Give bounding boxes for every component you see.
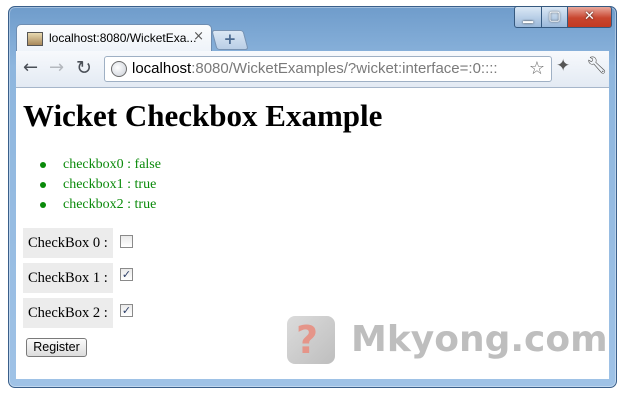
back-arrow-icon[interactable]: ←	[23, 58, 38, 78]
checkbox1[interactable]: ✓	[120, 268, 133, 281]
url-path: :8080/WicketExamples/?wicket:interface=:…	[191, 60, 498, 77]
browser-toolbar: ← → ↻ localhost:8080/WicketExamples/?wic…	[16, 51, 609, 88]
checkbox2-label: CheckBox 2 :	[23, 298, 113, 328]
status-list: checkbox0 : false checkbox1 : true check…	[38, 155, 161, 215]
globe-icon	[111, 61, 127, 77]
watermark-logo-icon: ?	[287, 316, 335, 364]
list-item: checkbox2 : true	[38, 195, 161, 215]
register-button[interactable]: Register	[26, 338, 87, 357]
list-item: checkbox1 : true	[38, 175, 161, 195]
minimize-button[interactable]: ▁	[514, 6, 542, 28]
tab-close-icon[interactable]: ×	[193, 29, 204, 44]
maximize-icon: ▢	[548, 9, 561, 24]
wrench-icon[interactable]: 🔧︎	[586, 56, 608, 76]
close-icon: ✕	[584, 9, 595, 24]
bullet-icon	[40, 182, 46, 188]
address-bar[interactable]: localhost:8080/WicketExamples/?wicket:in…	[104, 56, 552, 82]
reload-icon[interactable]: ↻	[76, 58, 92, 78]
maximize-button[interactable]: ▢	[541, 6, 568, 28]
list-item: checkbox0 : false	[38, 155, 161, 175]
page-title: Wicket Checkbox Example	[23, 98, 383, 133]
status-text: checkbox1 : true	[63, 177, 157, 192]
status-text: checkbox2 : true	[63, 197, 157, 212]
checkbox0-label: CheckBox 0 :	[23, 228, 113, 258]
favicon-icon	[27, 32, 43, 46]
url-host: localhost	[132, 60, 192, 77]
extension-icon[interactable]: ✦	[556, 56, 570, 76]
close-window-button[interactable]: ✕	[567, 6, 612, 28]
browser-tab[interactable]: localhost:8080/WicketExa... ×	[16, 24, 212, 52]
watermark-text: Mkyong.com	[351, 319, 608, 360]
bullet-icon	[40, 162, 46, 168]
star-icon[interactable]: ☆	[529, 58, 545, 79]
checkbox0[interactable]	[120, 235, 133, 248]
checkbox1-label: CheckBox 1 :	[23, 263, 113, 293]
plus-icon: +	[223, 30, 237, 48]
status-text: checkbox0 : false	[63, 157, 161, 172]
minimize-icon: ▁	[523, 9, 533, 24]
checkbox2[interactable]: ✓	[120, 304, 133, 317]
page-content: Wicket Checkbox Example checkbox0 : fals…	[16, 88, 609, 379]
forward-arrow-icon[interactable]: →	[49, 58, 64, 78]
url-text: localhost:8080/WicketExamples/?wicket:in…	[132, 59, 498, 79]
new-tab-button[interactable]: +	[211, 30, 249, 50]
tab-title: localhost:8080/WicketExa...	[49, 31, 197, 45]
bullet-icon	[40, 202, 46, 208]
question-mark: ?	[296, 318, 319, 362]
